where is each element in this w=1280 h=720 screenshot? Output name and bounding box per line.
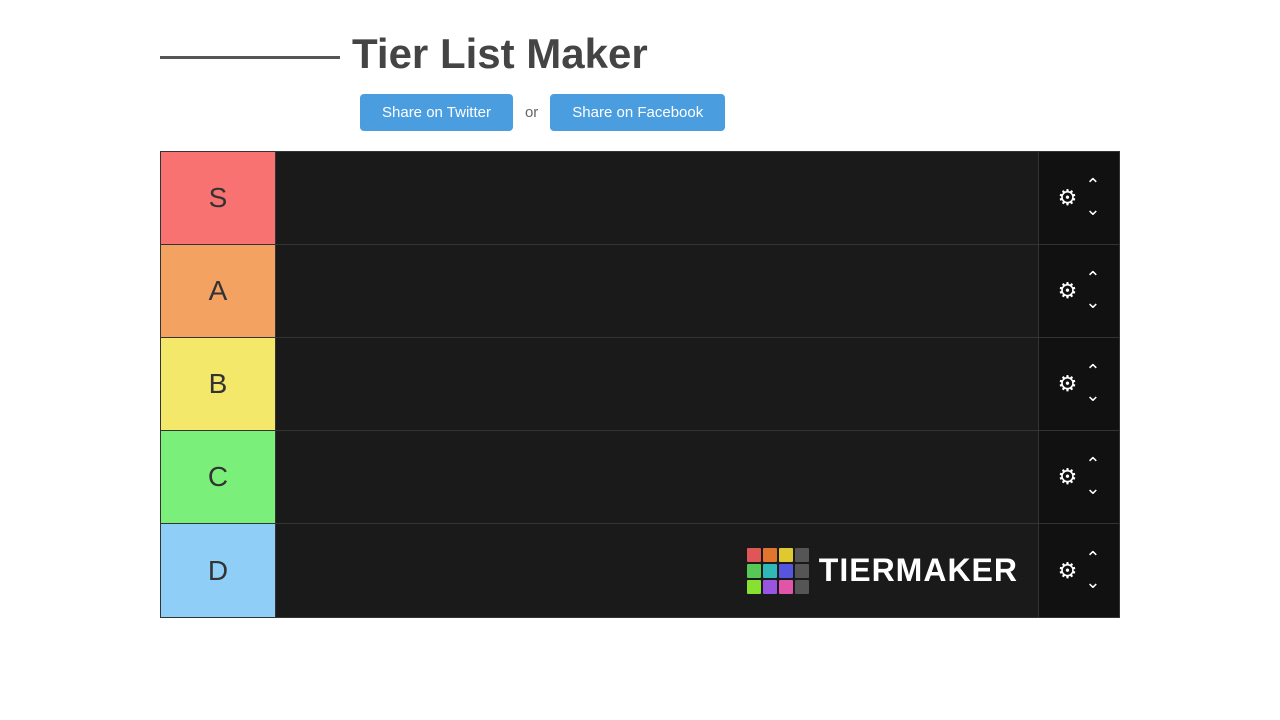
tier-label-s: S xyxy=(161,152,276,244)
gear-icon-a[interactable]: ⚙ xyxy=(1058,278,1078,304)
arrow-up-s[interactable]: ⌃ xyxy=(1085,175,1100,197)
tiermaker-grid-icon xyxy=(747,548,809,594)
tier-list: S ⚙ ⌃ ⌄ A ⚙ ⌃ ⌄ B ⚙ ⌃ ⌄ xyxy=(160,151,1120,618)
tier-label-d: D xyxy=(161,524,276,617)
page-header: Tier List Maker Share on Twitter or Shar… xyxy=(0,0,1280,151)
gear-icon-d[interactable]: ⚙ xyxy=(1058,558,1078,584)
arrow-up-b[interactable]: ⌃ xyxy=(1085,361,1100,383)
tier-content-a[interactable] xyxy=(276,245,1039,337)
arrow-down-s[interactable]: ⌄ xyxy=(1085,199,1100,221)
tier-row-c: C ⚙ ⌃ ⌄ xyxy=(161,431,1119,524)
arrow-down-b[interactable]: ⌄ xyxy=(1085,385,1100,407)
tier-label-b: B xyxy=(161,338,276,430)
arrows-b: ⌃ ⌄ xyxy=(1085,361,1100,407)
share-row: Share on Twitter or Share on Facebook xyxy=(360,94,725,131)
arrow-up-d[interactable]: ⌃ xyxy=(1085,548,1100,570)
share-twitter-button[interactable]: Share on Twitter xyxy=(360,94,513,131)
tier-controls-b: ⚙ ⌃ ⌄ xyxy=(1039,338,1119,430)
arrow-down-c[interactable]: ⌄ xyxy=(1085,478,1100,500)
tier-content-s[interactable] xyxy=(276,152,1039,244)
tier-controls-s: ⚙ ⌃ ⌄ xyxy=(1039,152,1119,244)
gear-icon-c[interactable]: ⚙ xyxy=(1058,464,1078,490)
arrow-down-d[interactable]: ⌄ xyxy=(1085,572,1100,594)
tier-controls-a: ⚙ ⌃ ⌄ xyxy=(1039,245,1119,337)
tier-content-b[interactable] xyxy=(276,338,1039,430)
tiermaker-text: TiERMAKER xyxy=(819,552,1018,589)
tier-content-d[interactable]: TiERMAKER xyxy=(276,524,1039,617)
tier-content-c[interactable] xyxy=(276,431,1039,523)
tier-row-b: B ⚙ ⌃ ⌄ xyxy=(161,338,1119,431)
arrow-up-a[interactable]: ⌃ xyxy=(1085,268,1100,290)
or-separator: or xyxy=(525,104,538,121)
page-title: Tier List Maker xyxy=(352,30,648,78)
gear-icon-s[interactable]: ⚙ xyxy=(1058,185,1078,211)
tier-row-d: D TiERMAKER xyxy=(161,524,1119,617)
tier-row-a: A ⚙ ⌃ ⌄ xyxy=(161,245,1119,338)
title-row: Tier List Maker xyxy=(160,30,648,78)
arrows-s: ⌃ ⌄ xyxy=(1085,175,1100,221)
arrow-up-c[interactable]: ⌃ xyxy=(1085,454,1100,476)
arrows-a: ⌃ ⌄ xyxy=(1085,268,1100,314)
tiermaker-watermark: TiERMAKER xyxy=(747,548,1018,594)
gear-icon-b[interactable]: ⚙ xyxy=(1058,371,1078,397)
share-facebook-button[interactable]: Share on Facebook xyxy=(550,94,725,131)
tier-controls-c: ⚙ ⌃ ⌄ xyxy=(1039,431,1119,523)
tier-controls-d: ⚙ ⌃ ⌄ xyxy=(1039,524,1119,617)
arrows-d: ⌃ ⌄ xyxy=(1085,548,1100,594)
title-decoration xyxy=(160,56,340,59)
arrows-c: ⌃ ⌄ xyxy=(1085,454,1100,500)
tier-label-c: C xyxy=(161,431,276,523)
tier-row-s: S ⚙ ⌃ ⌄ xyxy=(161,152,1119,245)
tier-label-a: A xyxy=(161,245,276,337)
arrow-down-a[interactable]: ⌄ xyxy=(1085,292,1100,314)
